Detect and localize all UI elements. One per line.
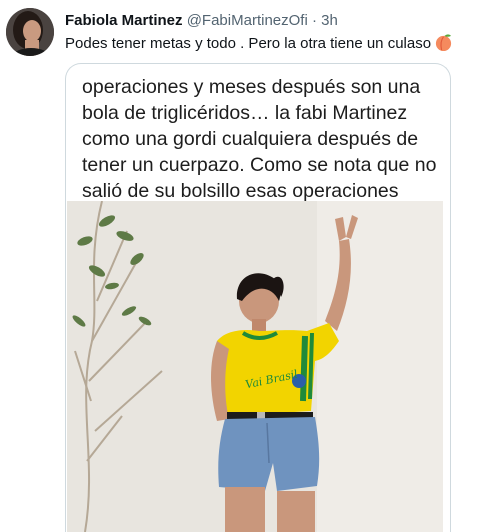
screenshot-line: como una gordi cualquiera después de: [82, 128, 419, 150]
screenshot-text: operaciones y meses después son una bola…: [82, 74, 437, 204]
timestamp[interactable]: 3h: [321, 12, 338, 29]
screenshot-line: bola de triglicéridos… la fabi Martinez: [82, 102, 408, 124]
author-name[interactable]: Fabiola Martinez: [65, 12, 183, 29]
photo: Vai Brasil: [67, 201, 443, 532]
tweet-header: Fabiola Martinez @FabiMartinezOfi · 3h: [65, 12, 338, 30]
peach-icon: [434, 33, 453, 58]
separator: ·: [311, 12, 317, 29]
screenshot-line: operaciones y meses después son una: [82, 76, 421, 98]
tweet[interactable]: Fabiola Martinez @FabiMartinezOfi · 3h P…: [0, 0, 482, 532]
tweet-body: Podes tener metas y todo . Pero la otra …: [65, 35, 432, 52]
attached-image[interactable]: operaciones y meses después son una bola…: [65, 63, 451, 532]
screenshot-line: tener un cuerpazo. Como se nota que no: [82, 154, 437, 176]
tweet-text: Podes tener metas y todo . Pero la otra …: [65, 33, 470, 58]
author-handle[interactable]: @FabiMartinezOfi: [187, 12, 308, 29]
avatar[interactable]: [6, 8, 54, 56]
